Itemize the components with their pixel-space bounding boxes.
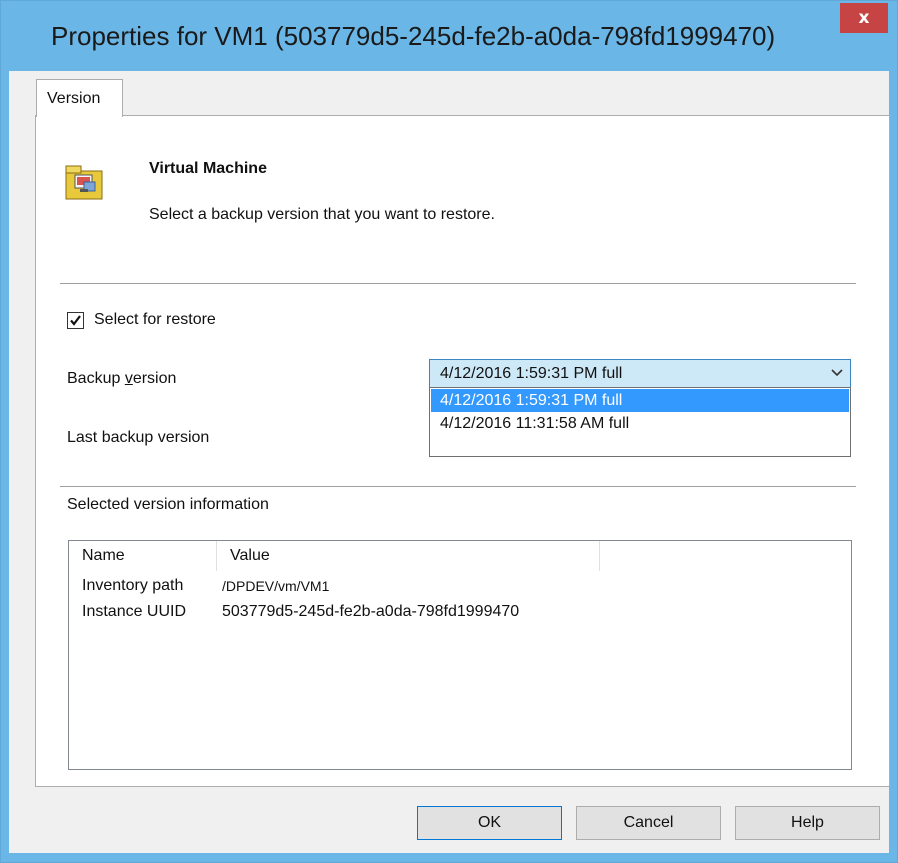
list-item[interactable]: Inventory path /DPDEV/vm/VM1 bbox=[69, 577, 851, 603]
title-bar[interactable]: Properties for VM1 (503779d5-245d-fe2b-a… bbox=[1, 1, 897, 71]
list-header: Name Value bbox=[69, 541, 851, 571]
selected-version-info-title: Selected version information bbox=[67, 496, 269, 513]
divider-middle bbox=[60, 486, 856, 487]
tab-version-label: Version bbox=[47, 90, 101, 107]
list-item-value: /DPDEV/vm/VM1 bbox=[222, 578, 330, 594]
tab-version[interactable]: Version bbox=[36, 79, 123, 117]
cancel-button[interactable]: Cancel bbox=[576, 806, 721, 840]
dialog-client-area: Version Virtual Machine Select a backup … bbox=[9, 71, 890, 853]
section-heading: Virtual Machine bbox=[149, 160, 267, 177]
backup-version-label-post: ersion bbox=[132, 370, 177, 387]
backup-version-label-access: v bbox=[124, 370, 133, 387]
backup-version-label-pre: Backup bbox=[67, 370, 125, 387]
select-for-restore-checkbox[interactable] bbox=[67, 312, 84, 329]
section-description: Select a backup version that you want to… bbox=[149, 206, 495, 223]
list-item-name: Inventory path bbox=[82, 577, 184, 594]
list-item[interactable]: Instance UUID 503779d5-245d-fe2b-a0da-79… bbox=[69, 603, 851, 629]
checkmark-icon bbox=[70, 315, 81, 326]
backup-version-option[interactable]: 4/12/2016 1:59:31 PM full bbox=[431, 389, 849, 412]
last-backup-version-label: Last backup version bbox=[67, 429, 210, 446]
close-button[interactable]: x bbox=[840, 3, 888, 33]
backup-version-dropdown-list: 4/12/2016 1:59:31 PM full 4/12/2016 11:3… bbox=[429, 387, 851, 457]
backup-version-select[interactable]: 4/12/2016 1:59:31 PM full bbox=[429, 359, 851, 388]
backup-version-selected: 4/12/2016 1:59:31 PM full bbox=[440, 365, 623, 382]
virtual-machine-folder-icon bbox=[65, 165, 103, 200]
list-item-name: Instance UUID bbox=[82, 603, 187, 620]
chevron-down-icon[interactable] bbox=[831, 368, 843, 378]
window-title: Properties for VM1 (503779d5-245d-fe2b-a… bbox=[51, 21, 776, 51]
select-for-restore-label[interactable]: Select for restore bbox=[94, 311, 216, 329]
backup-version-option[interactable]: 4/12/2016 11:31:58 AM full bbox=[431, 412, 849, 435]
version-info-list[interactable]: Name Value Inventory path /DPDEV/vm/VM1 … bbox=[68, 540, 852, 770]
backup-version-label: Backup version bbox=[67, 370, 176, 388]
divider-top bbox=[60, 283, 856, 284]
properties-dialog: Properties for VM1 (503779d5-245d-fe2b-a… bbox=[0, 0, 898, 863]
ok-button[interactable]: OK bbox=[417, 806, 562, 840]
column-header-name[interactable]: Name bbox=[69, 541, 217, 571]
column-header-value[interactable]: Value bbox=[217, 541, 600, 571]
help-button[interactable]: Help bbox=[735, 806, 880, 840]
close-icon: x bbox=[858, 8, 870, 28]
version-tab-panel: Virtual Machine Select a backup version … bbox=[35, 115, 890, 787]
list-item-value: 503779d5-245d-fe2b-a0da-798fd1999470 bbox=[222, 603, 520, 620]
